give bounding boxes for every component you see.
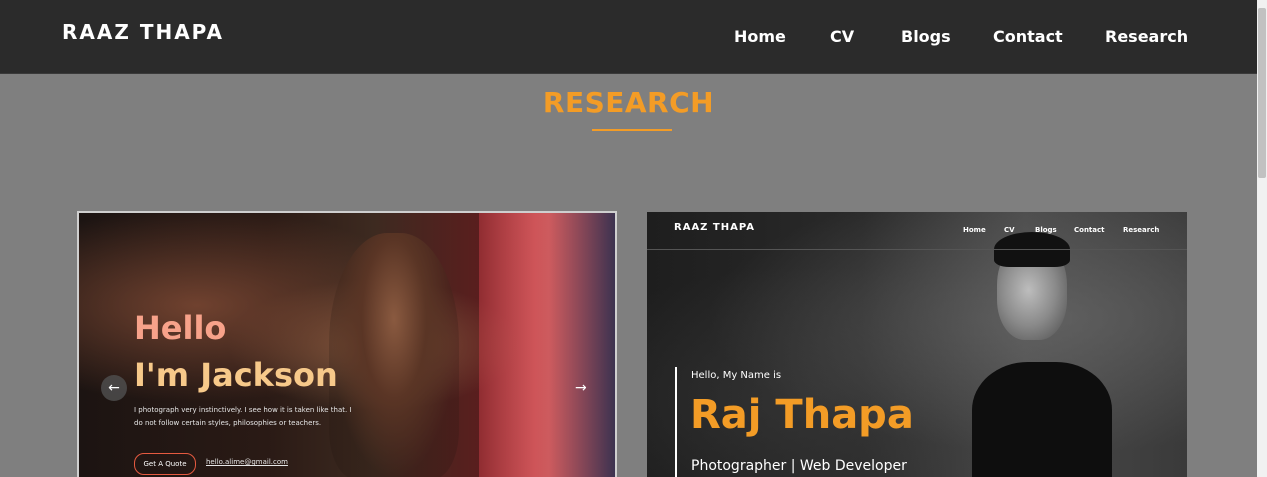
nav-blogs[interactable]: Blogs (901, 27, 951, 46)
nav-cv[interactable]: CV (830, 27, 854, 46)
hero-name: I'm Jackson (134, 356, 338, 394)
research-card-raj[interactable]: RAAZ THAPA Home CV Blogs Contact Researc… (647, 212, 1187, 477)
neon-window (479, 213, 615, 477)
scrollbar-thumb[interactable] (1258, 8, 1266, 178)
preview-nav-research: Research (1123, 226, 1160, 234)
nav-contact[interactable]: Contact (993, 27, 1063, 46)
nav-home[interactable]: Home (734, 27, 786, 46)
arrow-right-icon[interactable]: → (575, 375, 587, 401)
site-brand[interactable]: RAAZ THAPA (62, 20, 224, 44)
research-card-jackson[interactable]: Hello I'm Jackson I photograph very inst… (77, 211, 617, 477)
portrait-figure (329, 233, 459, 477)
preview-brand: RAAZ THAPA (674, 222, 755, 233)
accent-line (675, 367, 677, 477)
hero-description: I photograph very instinctively. I see h… (134, 406, 352, 427)
preview-navbar: RAAZ THAPA Home CV Blogs Contact Researc… (647, 212, 1187, 250)
email-link[interactable]: hello.alime@gmail.com (206, 458, 288, 466)
hero-name: Raj Thapa (690, 392, 914, 438)
preview-nav-contact: Contact (1074, 226, 1105, 234)
portrait-figure (972, 222, 1112, 477)
scrollbar[interactable] (1257, 0, 1267, 477)
arrow-left-icon[interactable]: ← (101, 375, 127, 401)
preview-nav-blogs: Blogs (1035, 226, 1057, 234)
nav-research[interactable]: Research (1105, 27, 1188, 46)
get-quote-button[interactable]: Get A Quote (134, 453, 196, 475)
hero-intro: Hello, My Name is (691, 370, 782, 381)
preview-nav-home: Home (963, 226, 986, 234)
hero-hello: Hello (134, 309, 227, 347)
section-title: RESEARCH (542, 86, 715, 119)
title-underline (592, 129, 672, 131)
hero-roles: Photographer | Web Developer (691, 458, 907, 474)
top-navbar: RAAZ THAPA Home CV Blogs Contact Researc… (0, 0, 1267, 74)
preview-nav-cv: CV (1004, 226, 1015, 234)
